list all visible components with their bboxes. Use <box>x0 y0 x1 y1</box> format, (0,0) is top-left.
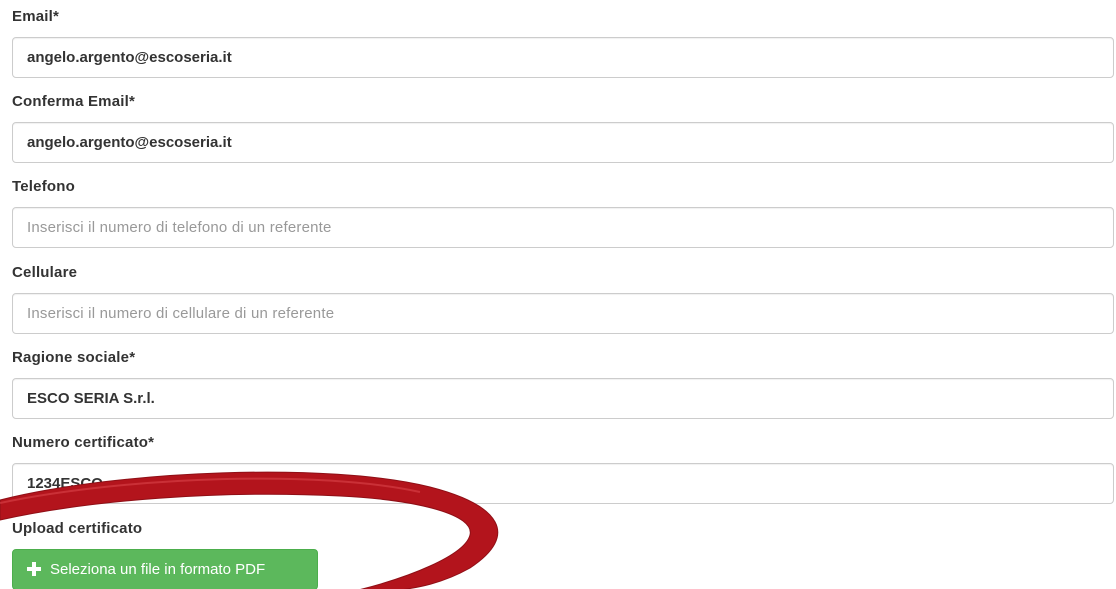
telefono-label: Telefono <box>12 178 75 195</box>
cellulare-field[interactable] <box>12 293 1114 334</box>
numero-certificato-field[interactable] <box>12 463 1114 504</box>
select-pdf-button-label: Seleziona un file in formato PDF <box>50 561 266 578</box>
upload-certificato-label: Upload certificato <box>12 520 143 537</box>
cellulare-label: Cellulare <box>12 264 78 281</box>
telefono-field[interactable] <box>12 207 1114 248</box>
ragione-sociale-field[interactable] <box>12 378 1114 419</box>
ragione-sociale-label: Ragione sociale* <box>12 349 136 366</box>
registration-form: Email* Conferma Email* Telefono Cellular… <box>0 0 1116 589</box>
select-pdf-button[interactable]: Seleziona un file in formato PDF <box>12 549 318 589</box>
confirm-email-label: Conferma Email* <box>12 93 136 110</box>
email-field[interactable] <box>12 37 1114 78</box>
plus-icon <box>27 561 41 576</box>
confirm-email-field[interactable] <box>12 122 1114 163</box>
numero-certificato-label: Numero certificato* <box>12 434 155 451</box>
email-label: Email* <box>12 8 60 25</box>
